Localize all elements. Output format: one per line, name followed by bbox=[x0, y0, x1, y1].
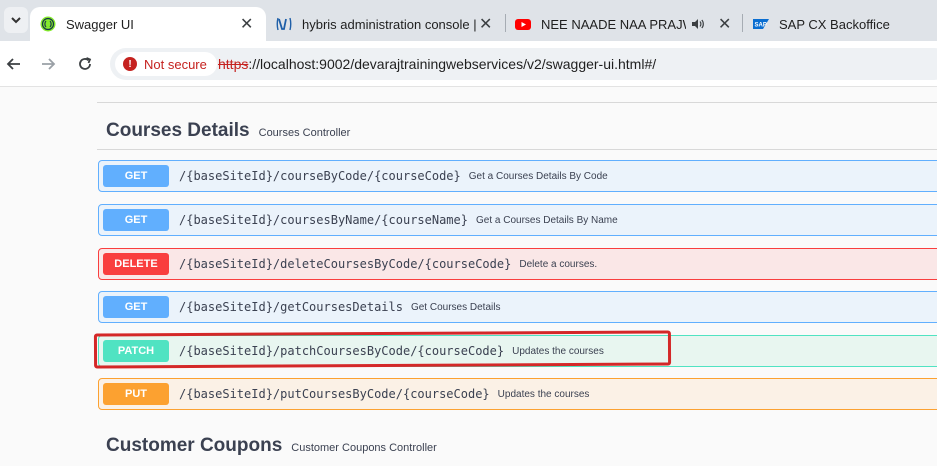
operation-path: /{baseSiteId}/putCoursesByCode/{courseCo… bbox=[179, 387, 490, 401]
warning-icon: ! bbox=[123, 57, 137, 71]
chevron-down-icon bbox=[11, 17, 21, 24]
security-chip[interactable]: ! Not secure bbox=[115, 52, 217, 76]
tab-title: Swagger UI bbox=[66, 16, 134, 32]
browser-toolbar: ! Not secure https://localhost:9002/deva… bbox=[0, 41, 937, 87]
operation-delete-courses-by-code[interactable]: DELETE /{baseSiteId}/deleteCoursesByCode… bbox=[98, 248, 937, 280]
operation-path: /{baseSiteId}/patchCoursesByCode/{course… bbox=[179, 344, 505, 358]
divider bbox=[97, 102, 937, 103]
close-tab-icon[interactable]: ✕ bbox=[718, 14, 731, 34]
operation-path: /{baseSiteId}/coursesByName/{courseName} bbox=[179, 213, 468, 227]
section-divider bbox=[97, 149, 937, 150]
operation-summary: Delete a courses. bbox=[519, 258, 598, 270]
arrow-right-icon bbox=[42, 58, 56, 70]
tab-sap-backoffice[interactable]: SAP SAP CX Backoffice bbox=[753, 7, 937, 41]
tab-youtube[interactable]: NEE NAADE NAA PRAJWAL ✕ bbox=[515, 7, 740, 41]
operation-summary: Updates the courses bbox=[512, 345, 604, 357]
url-text[interactable]: https://localhost:9002/devarajtrainingwe… bbox=[218, 56, 656, 72]
operation-summary: Get a Courses Details By Name bbox=[475, 214, 618, 226]
url-scheme: https bbox=[218, 56, 249, 72]
url-rest: ://localhost:9002/devarajtrainingwebserv… bbox=[248, 56, 657, 72]
tab-search-button[interactable] bbox=[4, 7, 28, 33]
operation-summary: Get Courses Details bbox=[410, 301, 501, 313]
operation-get-course-by-code[interactable]: GET /{baseSiteId}/courseByCode/{courseCo… bbox=[98, 160, 937, 192]
tab-swagger-ui[interactable]: Swagger UI ✕ bbox=[30, 7, 266, 41]
reload-icon bbox=[79, 57, 92, 70]
operation-path: /{baseSiteId}/courseByCode/{courseCode} bbox=[179, 169, 461, 183]
method-badge: GET bbox=[103, 209, 169, 231]
operation-summary: Updates the courses bbox=[497, 388, 590, 400]
operation-path: /{baseSiteId}/deleteCoursesByCode/{cours… bbox=[179, 257, 512, 271]
swagger-favicon bbox=[40, 16, 56, 32]
sap-favicon: SAP bbox=[753, 19, 769, 29]
arrow-left-icon bbox=[6, 58, 20, 70]
swagger-page: Courses Details Courses Controller GET /… bbox=[0, 88, 937, 466]
audio-playing-icon[interactable] bbox=[691, 17, 705, 31]
operation-patch-courses-by-code[interactable]: PATCH /{baseSiteId}/patchCoursesByCode/{… bbox=[98, 335, 937, 367]
reload-button[interactable] bbox=[73, 52, 97, 76]
security-label: Not secure bbox=[144, 56, 207, 72]
tab-title: hybris administration console | ( bbox=[302, 16, 477, 32]
svg-text:SAP: SAP bbox=[755, 23, 767, 29]
operation-path: /{baseSiteId}/getCoursesDetails bbox=[179, 300, 403, 314]
back-button[interactable] bbox=[2, 52, 26, 76]
operation-summary: Get a Courses Details By Code bbox=[468, 170, 608, 182]
tab-strip: Swagger UI ✕ hybris administration conso… bbox=[0, 0, 937, 41]
section-title: Customer Coupons bbox=[106, 435, 283, 456]
section-title: Courses Details bbox=[106, 120, 250, 141]
tab-separator bbox=[505, 14, 506, 32]
tab-separator bbox=[742, 14, 743, 32]
hybris-favicon bbox=[276, 17, 292, 31]
method-badge: PATCH bbox=[103, 340, 169, 362]
operation-get-courses-by-name[interactable]: GET /{baseSiteId}/coursesByName/{courseN… bbox=[98, 204, 937, 236]
close-tab-icon[interactable]: ✕ bbox=[240, 14, 253, 34]
method-badge: GET bbox=[103, 296, 169, 318]
section-header-courses-details[interactable]: Courses Details Courses Controller bbox=[106, 120, 350, 142]
address-bar[interactable]: ! Not secure https://localhost:9002/deva… bbox=[110, 48, 937, 80]
close-tab-icon[interactable]: ✕ bbox=[479, 14, 492, 34]
operation-get-courses-details[interactable]: GET /{baseSiteId}/getCoursesDetails Get … bbox=[98, 291, 937, 323]
method-badge: DELETE bbox=[103, 253, 169, 275]
method-badge: PUT bbox=[103, 383, 169, 405]
method-badge: GET bbox=[103, 165, 169, 187]
operation-put-courses-by-code[interactable]: PUT /{baseSiteId}/putCoursesByCode/{cour… bbox=[98, 378, 937, 410]
section-header-customer-coupons[interactable]: Customer Coupons Customer Coupons Contro… bbox=[106, 435, 437, 457]
tab-hybris-console[interactable]: hybris administration console | ( ✕ bbox=[276, 7, 501, 41]
section-description: Courses Controller bbox=[258, 127, 351, 139]
forward-button[interactable] bbox=[36, 52, 60, 76]
tab-title: SAP CX Backoffice bbox=[779, 16, 890, 32]
tab-title: NEE NAADE NAA PRAJWAL bbox=[541, 16, 686, 32]
section-description: Customer Coupons Controller bbox=[291, 442, 437, 454]
youtube-favicon bbox=[515, 19, 531, 30]
